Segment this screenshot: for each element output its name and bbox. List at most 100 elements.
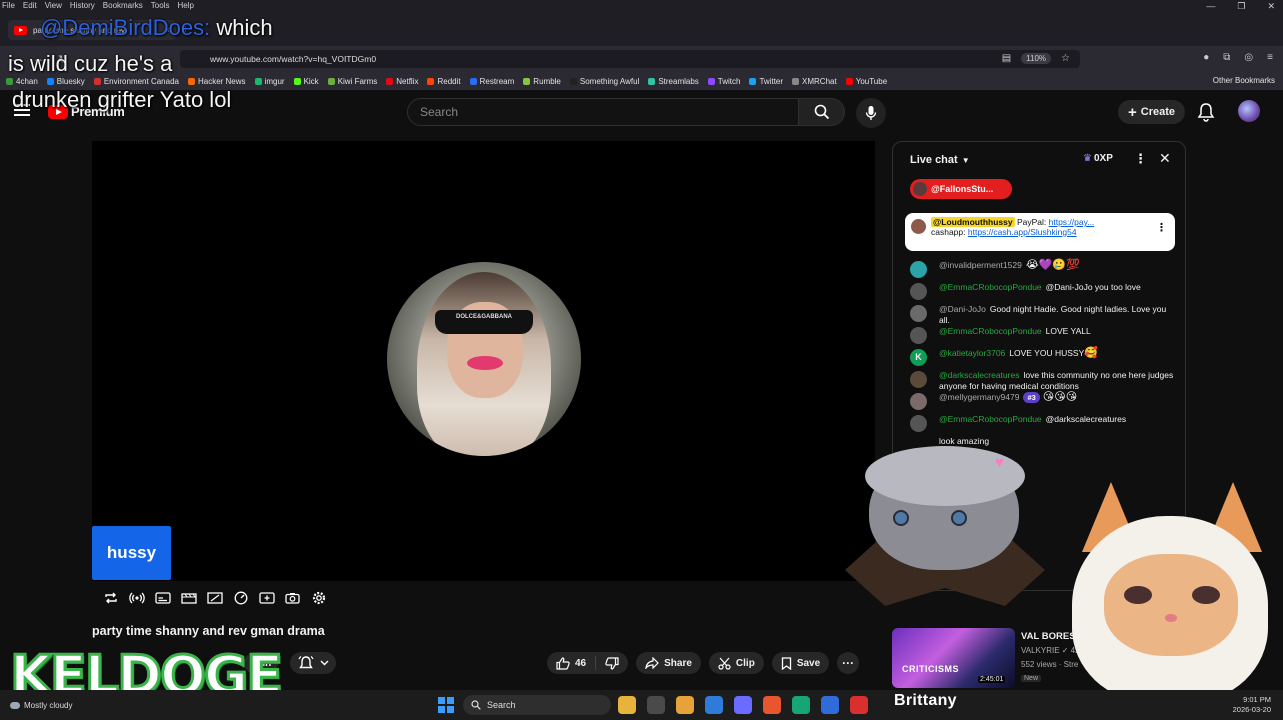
loop-icon[interactable] xyxy=(102,591,119,605)
windows-start-icon[interactable] xyxy=(438,697,454,713)
search-input[interactable]: Search xyxy=(407,98,799,126)
url-bar[interactable]: www.youtube.com/watch?v=hq_VOITDGm0 ▤ 11… xyxy=(180,50,1080,68)
bookmark-item[interactable]: Kick xyxy=(293,77,319,86)
bookmark-item[interactable]: Reddit xyxy=(427,77,461,86)
bookmark-item[interactable]: Streamlabs xyxy=(648,77,699,86)
notification-toggle-button[interactable] xyxy=(290,652,336,674)
account-icon[interactable]: ◎ xyxy=(1244,52,1253,63)
system-clock[interactable]: 9:01 PM 2026-03-20 xyxy=(1233,695,1271,715)
bookmark-item[interactable]: YouTube xyxy=(845,77,887,86)
taskbar-app-icon[interactable] xyxy=(792,696,810,714)
bookmark-item[interactable]: XMRChat xyxy=(792,77,837,86)
minimize-button[interactable]: — xyxy=(1206,0,1215,12)
chat-username[interactable]: @darkscalecreatures xyxy=(939,370,1019,380)
pinned-options-icon[interactable]: ⋮ xyxy=(1156,221,1167,234)
menu-edit[interactable]: Edit xyxy=(23,0,37,12)
close-window-button[interactable]: ✕ xyxy=(1267,0,1275,12)
theater-mode-icon[interactable] xyxy=(180,591,197,605)
menu-bookmarks[interactable]: Bookmarks xyxy=(103,0,143,12)
chat-avatar[interactable] xyxy=(910,283,927,300)
chat-username[interactable]: @EmmaCRobocopPondue xyxy=(939,326,1042,336)
menu-icon[interactable]: ≡ xyxy=(1267,52,1273,63)
extensions: ● ⧉ ◎ ≡ xyxy=(1203,52,1273,63)
taskbar-app-icon[interactable] xyxy=(763,696,781,714)
bookmark-item[interactable]: Environment Canada xyxy=(93,77,179,86)
taskbar-app-icon[interactable] xyxy=(821,696,839,714)
chat-options-icon[interactable]: ⋮ xyxy=(1134,151,1147,167)
taskbar-search[interactable]: Search xyxy=(463,695,611,715)
add-icon[interactable] xyxy=(258,591,275,605)
speed-icon[interactable] xyxy=(232,591,249,605)
save-button[interactable]: Save xyxy=(771,652,830,674)
chat-username[interactable]: @EmmaCRobocopPondue xyxy=(939,282,1042,292)
paypal-link[interactable]: https://pay... xyxy=(1049,217,1095,227)
video-player[interactable]: DOLCE&GABBANA hussy xyxy=(92,141,875,581)
chat-username[interactable]: @invalidperment1529 xyxy=(939,260,1022,270)
bookmark-item[interactable]: Rumble xyxy=(523,77,561,86)
chat-avatar[interactable] xyxy=(910,261,927,278)
more-actions-button[interactable]: ··· xyxy=(837,652,860,674)
bookmark-item[interactable]: Netflix xyxy=(386,77,418,86)
chat-username[interactable]: @EmmaCRobocopPondue xyxy=(939,414,1042,424)
bookmark-item[interactable]: Hacker News xyxy=(187,77,246,86)
screenshot-icon[interactable] xyxy=(284,591,301,605)
taskbar-app-icon[interactable] xyxy=(705,696,723,714)
bookmark-star-icon[interactable]: ☆ xyxy=(1061,53,1070,64)
settings-gear-icon[interactable] xyxy=(310,591,327,605)
chat-title[interactable]: Live chat xyxy=(910,154,958,166)
chat-avatar[interactable] xyxy=(910,393,927,410)
chat-avatar[interactable] xyxy=(910,327,927,344)
miniplayer-icon[interactable] xyxy=(206,591,223,605)
voice-search-button[interactable] xyxy=(856,98,886,128)
taskbar-app-icon[interactable] xyxy=(647,696,665,714)
bookmark-item[interactable]: imgur xyxy=(254,77,285,86)
menu-help[interactable]: Help xyxy=(177,0,193,12)
extension-icon[interactable]: ● xyxy=(1203,52,1209,63)
chat-avatar[interactable] xyxy=(910,305,927,322)
search-button[interactable] xyxy=(799,98,845,126)
puzzle-icon[interactable]: ⧉ xyxy=(1223,52,1230,63)
live-signal-icon[interactable] xyxy=(128,591,145,605)
chat-avatar[interactable]: K xyxy=(910,349,927,366)
bookmark-item[interactable]: Twitter xyxy=(749,77,783,86)
other-bookmarks[interactable]: Other Bookmarks xyxy=(1213,72,1275,90)
bookmark-item[interactable]: Restream xyxy=(469,77,514,86)
chevron-down-icon[interactable]: ▼ xyxy=(962,156,970,165)
weather-widget[interactable]: Mostly cloudy xyxy=(10,701,72,710)
share-button[interactable]: Share xyxy=(636,652,701,674)
menu-file[interactable]: File xyxy=(2,0,15,12)
bookmark-item[interactable]: Bluesky xyxy=(46,77,85,86)
dislike-button[interactable] xyxy=(596,652,628,674)
chat-xp[interactable]: ♛ 0XP xyxy=(1083,153,1113,164)
super-chat-ticker[interactable]: @FallonsStu... xyxy=(910,179,1012,199)
create-button[interactable]: + Create xyxy=(1118,100,1186,124)
maximize-button[interactable]: ❐ xyxy=(1237,0,1245,12)
chat-username[interactable]: @Dani-JoJo xyxy=(939,304,986,314)
like-button[interactable]: 46 xyxy=(547,652,595,674)
zoom-level[interactable]: 110% xyxy=(1021,53,1052,64)
menu-view[interactable]: View xyxy=(45,0,62,12)
chat-avatar[interactable] xyxy=(910,415,927,432)
subtitles-icon[interactable] xyxy=(154,591,171,605)
chat-username[interactable]: @katietaylor3706 xyxy=(939,348,1005,358)
bookmark-item[interactable]: Something Awful xyxy=(569,77,639,86)
bookmark-item[interactable]: Kiwi Farms xyxy=(327,77,377,86)
menu-history[interactable]: History xyxy=(70,0,95,12)
taskbar-app-icon[interactable] xyxy=(676,696,694,714)
account-avatar[interactable] xyxy=(1238,100,1260,122)
reader-icon[interactable]: ▤ xyxy=(1002,53,1011,64)
chat-username[interactable]: @mellygermany9479 xyxy=(939,392,1019,402)
cashapp-link[interactable]: https://cash.app/Slushking54 xyxy=(968,227,1077,237)
menu-tools[interactable]: Tools xyxy=(151,0,170,12)
chat-avatar[interactable] xyxy=(910,371,927,388)
recommended-video[interactable]: CRITICISMS 2:45:01 VAL BORES H VALKYRIE … xyxy=(892,628,1085,688)
taskbar-app-icon[interactable] xyxy=(850,696,868,714)
chat-close-icon[interactable]: ✕ xyxy=(1159,150,1171,167)
pinned-user[interactable]: @Loudmouthhussy xyxy=(931,217,1015,227)
notifications-bell-icon[interactable] xyxy=(1197,102,1215,122)
bookmark-item[interactable]: Twitch xyxy=(707,77,740,86)
taskbar-app-icon[interactable] xyxy=(618,696,636,714)
bookmark-item[interactable]: 4chan xyxy=(6,77,38,86)
taskbar-app-icon[interactable] xyxy=(734,696,752,714)
clip-button[interactable]: Clip xyxy=(708,652,764,674)
